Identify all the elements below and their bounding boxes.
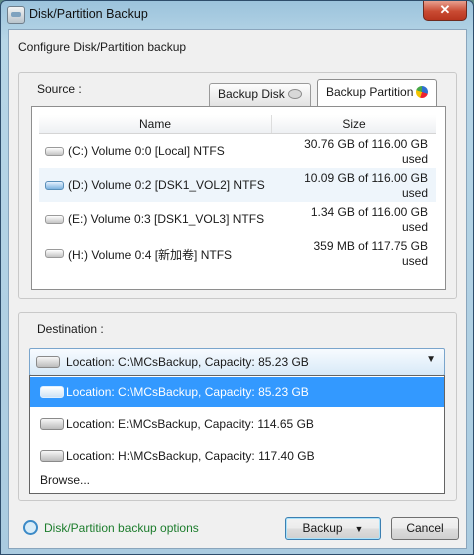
- partition-name: (C:) Volume 0:0 [Local] NTFS: [68, 144, 225, 158]
- table-row[interactable]: (C:) Volume 0:0 [Local] NTFS 30.76 GB of…: [39, 134, 436, 168]
- close-button[interactable]: ✕: [423, 1, 467, 21]
- table-row[interactable]: (E:) Volume 0:3 [DSK1_VOL3] NTFS 1.34 GB…: [39, 202, 436, 236]
- source-group: Source : Backup Disk Backup Partition Na…: [18, 72, 457, 299]
- destination-option[interactable]: Location: C:\MCsBackup, Capacity: 85.23 …: [30, 377, 444, 407]
- split-arrow-icon[interactable]: ▼: [355, 524, 364, 534]
- title-bar[interactable]: Disk/Partition Backup ✕: [1, 1, 473, 29]
- dialog-heading: Configure Disk/Partition backup: [18, 40, 187, 54]
- option-label: Location: E:\MCsBackup, Capacity: 114.65…: [66, 417, 314, 431]
- partition-size: 10.09 GB of 116.00 GB used: [304, 171, 428, 200]
- drive-icon: [40, 450, 64, 462]
- drive-icon: [40, 386, 64, 398]
- drive-icon: [36, 356, 60, 368]
- partition-name: (D:) Volume 0:2 [DSK1_VOL2] NTFS: [68, 178, 265, 192]
- partition-size: 359 MB of 117.75 GB used: [313, 239, 428, 268]
- table-row[interactable]: (D:) Volume 0:2 [DSK1_VOL2] NTFS 10.09 G…: [39, 168, 436, 202]
- app-icon: [7, 6, 25, 24]
- table-row[interactable]: (H:) Volume 0:4 [新加卷] NTFS 359 MB of 117…: [39, 236, 436, 270]
- tab-backup-partition[interactable]: Backup Partition: [317, 79, 438, 107]
- column-header-name[interactable]: Name: [39, 115, 272, 133]
- disk-icon: [287, 89, 302, 99]
- destination-select[interactable]: Location: C:\MCsBackup, Capacity: 85.23 …: [29, 348, 445, 376]
- source-label: Source :: [37, 82, 82, 96]
- options-icon: [23, 520, 38, 535]
- cancel-button[interactable]: Cancel: [391, 517, 459, 540]
- drive-icon: [45, 215, 64, 224]
- destination-label: Destination :: [37, 322, 104, 336]
- dialog-window: Disk/Partition Backup ✕ Configure Disk/P…: [0, 0, 474, 555]
- tab-backup-disk[interactable]: Backup Disk: [209, 83, 311, 106]
- pie-chart-icon: [416, 86, 429, 98]
- partition-name: (E:) Volume 0:3 [DSK1_VOL3] NTFS: [68, 212, 265, 226]
- backup-options-label: Disk/Partition backup options: [44, 521, 199, 535]
- destination-option[interactable]: Location: H:\MCsBackup, Capacity: 117.40…: [30, 441, 444, 471]
- drive-icon: [40, 418, 64, 430]
- option-label: Location: C:\MCsBackup, Capacity: 85.23 …: [66, 385, 309, 399]
- drive-icon: [45, 181, 64, 190]
- browse-option[interactable]: Browse...: [40, 473, 90, 487]
- partition-name: (H:) Volume 0:4 [新加卷] NTFS: [68, 248, 233, 262]
- partition-size: 1.34 GB of 116.00 GB used: [310, 205, 428, 234]
- table-header: Name Size: [39, 115, 436, 134]
- dialog-body: Configure Disk/Partition backup Source :…: [8, 29, 467, 549]
- destination-group: Destination : Location: C:\MCsBackup, Ca…: [18, 312, 457, 501]
- destination-selected-value: Location: C:\MCsBackup, Capacity: 85.23 …: [66, 355, 309, 369]
- destination-dropdown-list: Location: C:\MCsBackup, Capacity: 85.23 …: [29, 375, 445, 494]
- option-label: Location: H:\MCsBackup, Capacity: 117.40…: [66, 449, 315, 463]
- backup-options-link[interactable]: Disk/Partition backup options: [23, 520, 199, 535]
- dropdown-arrow-icon[interactable]: ▼: [426, 354, 436, 365]
- partition-size: 30.76 GB of 116.00 GB used: [304, 137, 428, 166]
- column-header-size[interactable]: Size: [272, 115, 436, 133]
- drive-icon: [45, 147, 64, 156]
- tab-label: Backup Partition: [326, 85, 414, 99]
- partition-list-panel: Name Size (C:) Volume 0:0 [Local] NTFS 3…: [31, 106, 446, 290]
- tab-label: Backup Disk: [218, 87, 285, 101]
- backup-label: Backup: [302, 521, 343, 535]
- window-title: Disk/Partition Backup: [29, 7, 148, 21]
- destination-option[interactable]: Location: E:\MCsBackup, Capacity: 114.65…: [30, 409, 444, 439]
- partition-table: Name Size (C:) Volume 0:0 [Local] NTFS 3…: [39, 115, 436, 270]
- backup-button[interactable]: Backup ▼: [285, 517, 381, 540]
- drive-icon: [45, 249, 64, 258]
